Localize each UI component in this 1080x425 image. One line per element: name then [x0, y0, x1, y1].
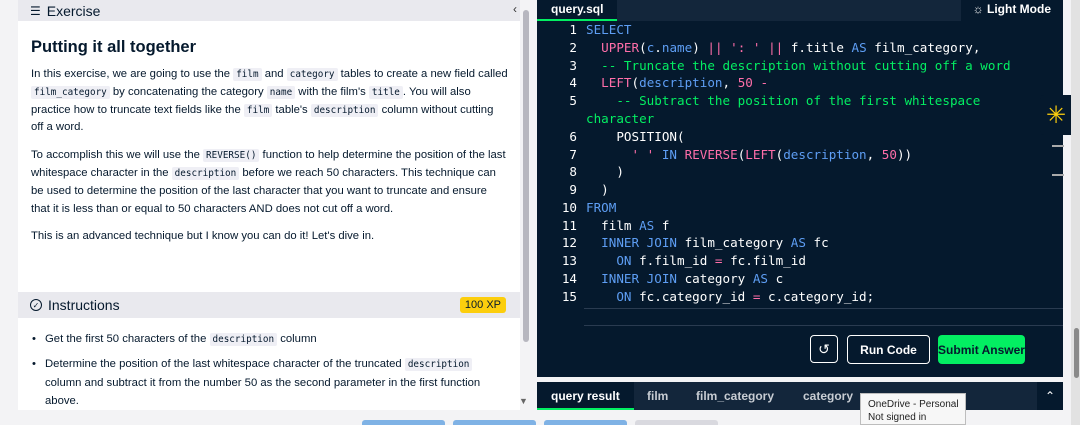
code-line: ON f.film_id = fc.film_id — [616, 253, 806, 268]
exercise-section-label: Exercise — [46, 2, 101, 19]
exercise-panel: ☰ Exercise Putting it all together In th… — [18, 0, 520, 410]
bottom-control[interactable] — [453, 420, 536, 425]
sun-icon: ☼ — [972, 2, 988, 16]
scrollbar-thumb[interactable] — [523, 10, 529, 342]
submit-answer-button[interactable]: Submit Answer — [938, 335, 1025, 364]
code-line: FROM — [586, 200, 617, 215]
line-number: 2 — [569, 40, 577, 55]
exercise-paragraph-3: This is an advanced technique but I know… — [31, 230, 375, 243]
onedrive-tooltip: OneDrive - Personal Not signed in — [860, 393, 966, 425]
undo-icon: ↺ — [818, 340, 830, 357]
check-circle-icon: ✓ — [30, 299, 42, 311]
reset-code-button[interactable]: ↺ — [810, 335, 838, 363]
code-line: ON fc.category_id = c.category_id; — [616, 289, 875, 304]
tooltip-line: OneDrive - Personal — [868, 399, 959, 410]
exercise-header: ☰ Exercise — [18, 0, 520, 21]
left-panel-scrollbar[interactable] — [520, 0, 532, 410]
code-line: character — [586, 111, 655, 126]
run-code-button[interactable]: Run Code — [847, 335, 930, 364]
line-number: 15 — [561, 289, 577, 304]
instructions-list: Get the first 50 characters of the descr… — [32, 330, 502, 410]
result-tab-bar: query result film film_category category… — [537, 382, 1063, 410]
scroll-down-arrow-icon[interactable]: ▼ — [519, 396, 528, 406]
code-line: INNER JOIN category AS c — [601, 271, 784, 286]
code-line: ) — [586, 182, 609, 197]
code-line: UPPER(c.name) || ': ' || f.title AS film… — [601, 40, 981, 55]
line-number: 12 — [561, 235, 577, 250]
instruction-item: Get the first 50 characters of the descr… — [32, 330, 502, 349]
line-number: 5 — [569, 93, 577, 108]
line-number: 8 — [569, 164, 577, 179]
line-number: 14 — [561, 271, 577, 286]
bottom-control[interactable] — [544, 420, 627, 425]
tab-category[interactable]: category — [803, 382, 853, 410]
exercise-title: Putting it all together — [31, 38, 196, 56]
chevron-up-icon[interactable]: ⌃ — [1037, 382, 1063, 410]
line-number: 3 — [569, 58, 577, 73]
exercise-paragraph-1: In this exercise, we are going to use th… — [31, 68, 508, 134]
document-icon: ☰ — [30, 3, 41, 18]
code-line: -- Truncate the description without cutt… — [601, 58, 1011, 73]
xp-badge: 100 XP — [459, 297, 506, 313]
code-line: -- Subtract the position of the first wh… — [616, 93, 981, 108]
code-line: LEFT(description, 50 - — [601, 75, 769, 90]
bottom-control[interactable] — [635, 420, 718, 425]
line-number: 4 — [569, 75, 577, 90]
asterisk-icon[interactable]: ✳ — [1040, 95, 1072, 135]
exercise-paragraph-2: To accomplish this we will use the REVER… — [31, 149, 506, 215]
instructions-label: Instructions — [48, 297, 120, 313]
line-number: 7 — [569, 147, 577, 162]
line-number: 13 — [561, 253, 577, 268]
bottom-control[interactable] — [362, 420, 445, 425]
line-number: 10 — [561, 200, 577, 215]
code-line: ) — [586, 164, 624, 179]
instructions-header: ✓ Instructions 100 XP — [18, 292, 520, 318]
instruction-item: Determine the position of the last white… — [32, 355, 502, 410]
collapse-panel-chevron-icon[interactable]: ‹ — [513, 2, 517, 16]
divider — [1052, 145, 1064, 147]
code-line: ' ' IN REVERSE(LEFT(description, 50)) — [631, 147, 913, 162]
editor-tab-bar: query.sql ☼ Light Mode — [537, 0, 1063, 21]
tab-query-result[interactable]: query result — [537, 382, 634, 410]
tab-query-sql[interactable]: query.sql — [537, 0, 618, 21]
divider — [1052, 174, 1064, 176]
light-mode-toggle[interactable]: ☼ Light Mode — [960, 0, 1063, 21]
code-editor[interactable]: query.sql ☼ Light Mode 1 2 3 4 5 6 7 8 9… — [537, 0, 1063, 377]
code-line: SELECT — [586, 22, 632, 37]
tab-film-category[interactable]: film_category — [696, 382, 774, 410]
line-number: 9 — [569, 182, 577, 197]
page-scrollbar-thumb[interactable] — [1074, 328, 1079, 378]
code-line: film AS f — [586, 218, 670, 233]
tooltip-line: Not signed in — [868, 412, 927, 423]
code-line: POSITION( — [586, 129, 685, 144]
line-number: 1 — [569, 22, 577, 37]
tab-film[interactable]: film — [647, 382, 668, 410]
line-number: 6 — [569, 129, 577, 144]
line-number: 11 — [561, 218, 577, 233]
current-line-highlight — [584, 308, 1063, 326]
code-line: INNER JOIN film_category AS fc — [601, 235, 829, 250]
